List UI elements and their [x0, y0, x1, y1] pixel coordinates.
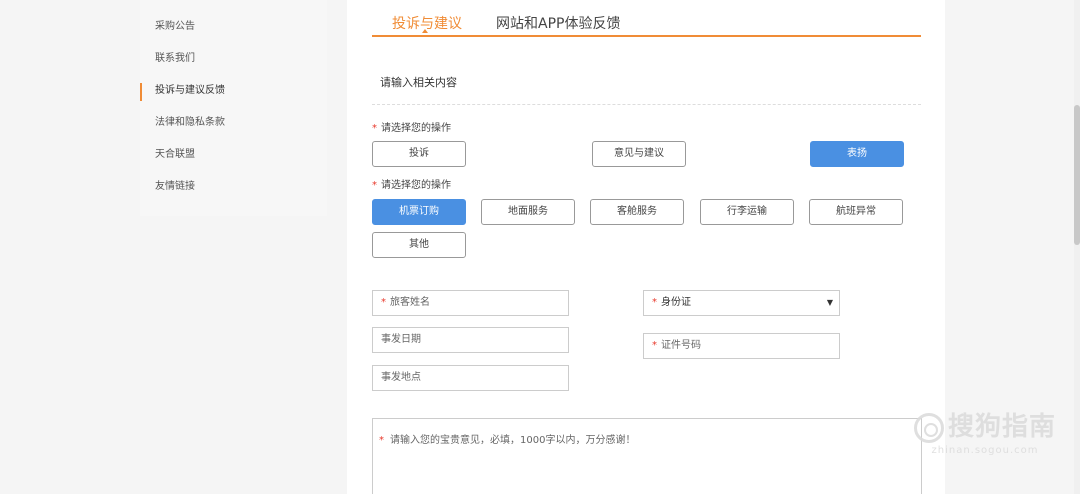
watermark-url: zhinan.sogou.com [931, 445, 1039, 456]
required-mark: * [652, 297, 657, 308]
dropdown-arrow-icon: ▼ [826, 298, 833, 307]
event-date-placeholder: 事发日期 [381, 334, 421, 345]
scrollbar-thumb[interactable] [1074, 105, 1080, 245]
event-date-input[interactable]: 事发日期 [372, 327, 569, 353]
required-mark: * [379, 435, 384, 446]
operation-label-text: 请选择您的操作 [381, 123, 451, 134]
id-type-value: 身份证 [661, 297, 691, 308]
main-panel: 投诉与建议 网站和APP体验反馈 请输入相关内容 * 请选择您的操作 投诉 意见与… [347, 0, 945, 494]
baggage-button[interactable]: 行李运输 [700, 199, 794, 225]
ground-service-button[interactable]: 地面服务 [481, 199, 575, 225]
watermark-logo: 搜狗指南 [913, 406, 1056, 443]
page-scrollbar[interactable] [1074, 0, 1080, 494]
operation-label-text: 请选择您的操作 [381, 180, 451, 191]
sidebar-item-skyteam[interactable]: 天合联盟 [140, 139, 327, 171]
tab-bar: 投诉与建议 网站和APP体验反馈 [372, 0, 921, 37]
operation-label-2: * 请选择您的操作 [372, 176, 451, 191]
required-mark: * [381, 297, 386, 308]
other-button[interactable]: 其他 [372, 232, 466, 258]
comment-placeholder: 请输入您的宝贵意见，必填，1000字以内，万分感谢！ [390, 435, 636, 446]
praise-button[interactable]: 表扬 [810, 141, 904, 167]
cabin-service-button[interactable]: 客舱服务 [590, 199, 684, 225]
flight-irregularity-button[interactable]: 航班异常 [809, 199, 903, 225]
sidebar-item-links[interactable]: 友情链接 [140, 171, 327, 203]
event-place-placeholder: 事发地点 [381, 372, 421, 383]
id-number-input[interactable]: * 证件号码 [643, 333, 840, 359]
divider [372, 104, 921, 105]
tab-website-app-feedback[interactable]: 网站和APP体验反馈 [496, 13, 620, 33]
sidebar-item-contact[interactable]: 联系我们 [140, 43, 327, 75]
sogou-logo-icon [913, 412, 944, 443]
passenger-name-placeholder: 旅客姓名 [390, 297, 430, 308]
comment-textarea[interactable]: * 请输入您的宝贵意见，必填，1000字以内，万分感谢！ [372, 418, 922, 494]
section-title: 请输入相关内容 [380, 76, 457, 89]
sidebar-item-procurement[interactable]: 采购公告 [140, 11, 327, 43]
passenger-name-input[interactable]: * 旅客姓名 [372, 290, 569, 316]
required-mark: * [652, 340, 657, 351]
required-mark: * [372, 123, 377, 134]
operation-label-1: * 请选择您的操作 [372, 119, 451, 134]
sidebar-item-feedback[interactable]: 投诉与建议反馈 [140, 75, 327, 107]
watermark: 搜狗指南 zhinan.sogou.com [913, 406, 1056, 456]
ticket-booking-button[interactable]: 机票订购 [372, 199, 466, 225]
complaint-button[interactable]: 投诉 [372, 141, 466, 167]
event-place-input[interactable]: 事发地点 [372, 365, 569, 391]
sidebar: 采购公告 联系我们 投诉与建议反馈 法律和隐私条款 天合联盟 友情链接 [140, 0, 327, 216]
sidebar-item-legal[interactable]: 法律和隐私条款 [140, 107, 327, 139]
suggestion-button[interactable]: 意见与建议 [592, 141, 686, 167]
id-type-select[interactable]: * 身份证 ▼ [643, 290, 840, 316]
watermark-logo-text: 搜狗指南 [947, 412, 1056, 442]
required-mark: * [372, 180, 377, 191]
active-tab-caret-icon [422, 29, 428, 33]
id-number-placeholder: 证件号码 [661, 340, 701, 351]
